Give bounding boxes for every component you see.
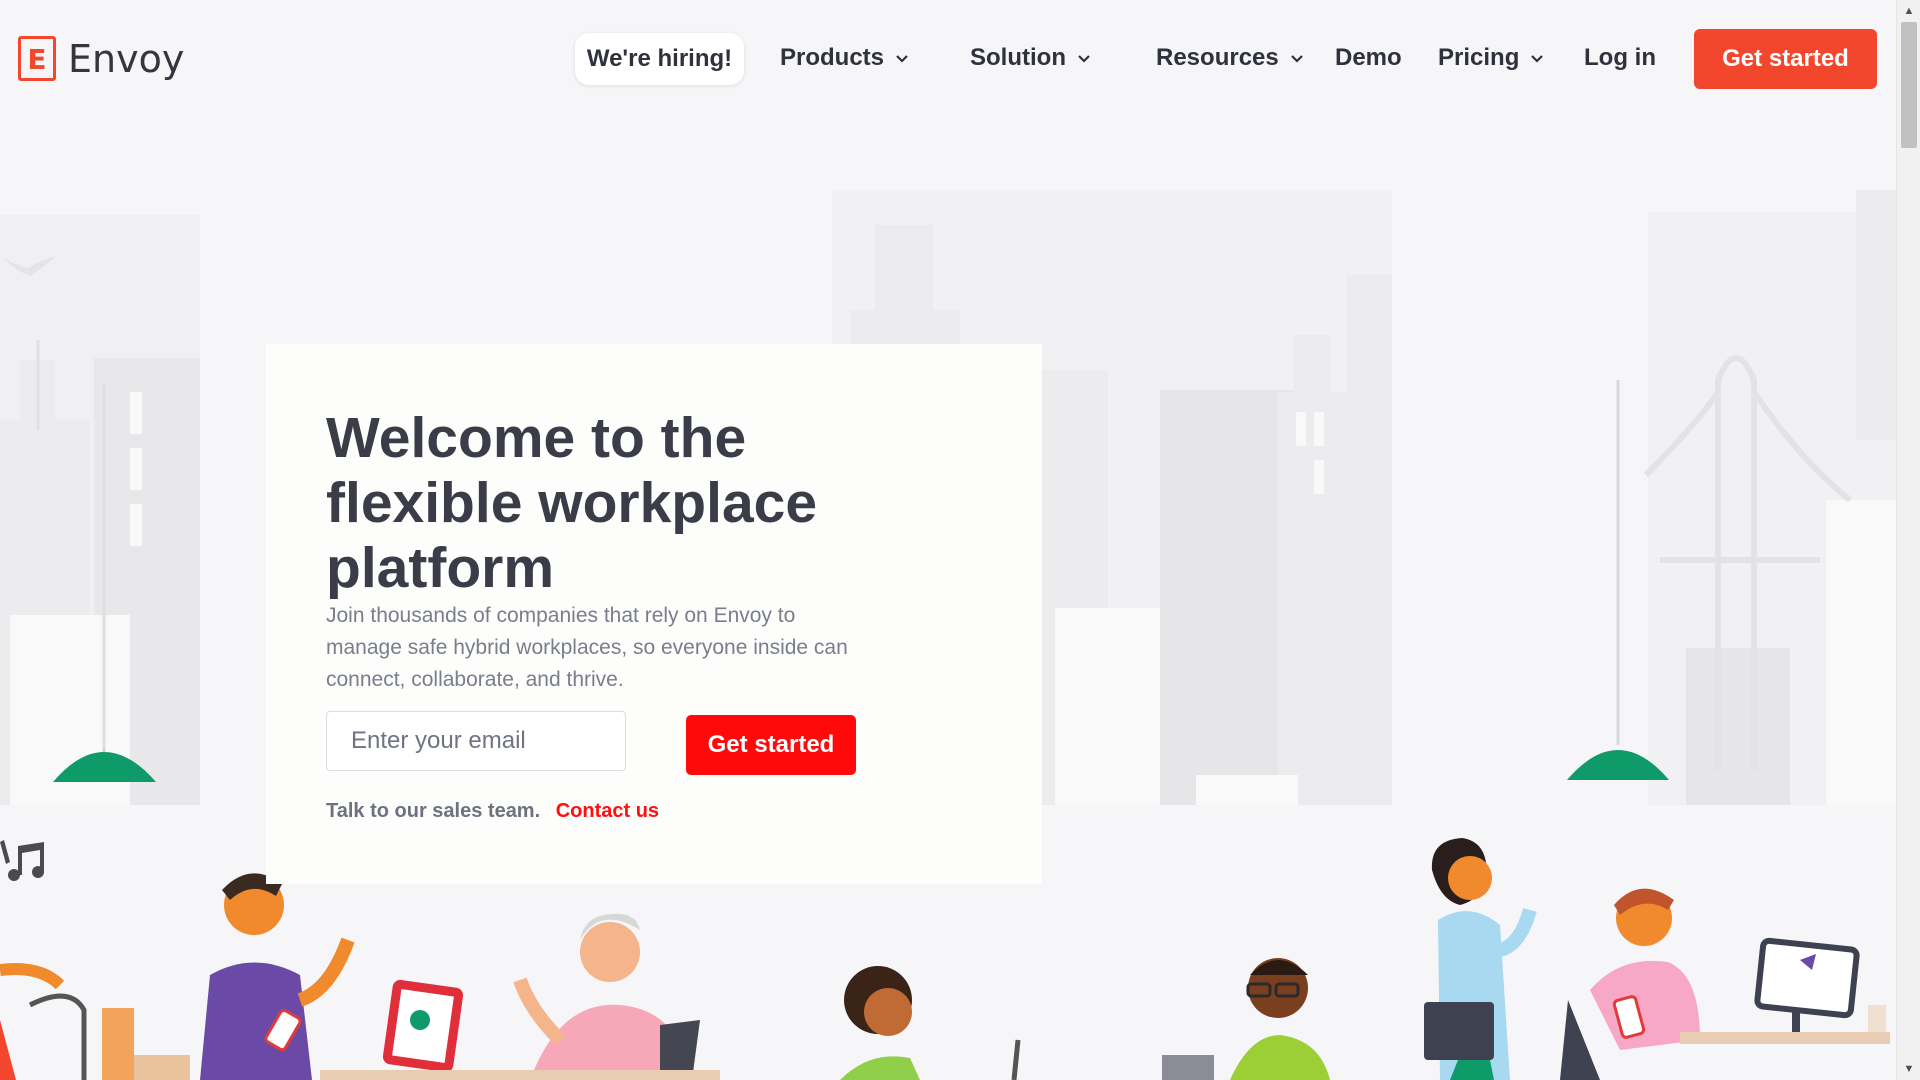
- nav-login-label: Log in: [1584, 44, 1656, 71]
- nav-pricing-label: Pricing: [1438, 44, 1520, 71]
- email-input[interactable]: [326, 711, 626, 771]
- nav-login[interactable]: Log in: [1584, 44, 1656, 72]
- hero-subtitle: Join thousands of companies that rely on…: [326, 604, 848, 691]
- scroll-up-arrow-icon[interactable]: ▲: [1897, 0, 1920, 22]
- hero-get-started-button[interactable]: Get started: [686, 715, 856, 775]
- right-skyline: [1648, 190, 1896, 805]
- left-skyline: [0, 215, 200, 805]
- logo-text: Envoy: [68, 36, 185, 81]
- sales-text: Talk to our sales team.: [326, 800, 541, 822]
- nav-solution-label: Solution: [970, 44, 1066, 71]
- scroll-thumb[interactable]: [1901, 22, 1917, 148]
- sales-line: Talk to our sales team. Contact us: [326, 800, 659, 823]
- desk-monitor: [1680, 937, 1890, 1044]
- hero-title: Welcome to the flexible workplace platfo…: [326, 406, 818, 600]
- chevron-down-icon: [1531, 55, 1544, 63]
- chevron-down-icon: [1290, 55, 1303, 63]
- header-get-started-button[interactable]: Get started: [1694, 29, 1877, 89]
- person-grey-hair: [513, 913, 700, 1080]
- person-pink-shirt: [1560, 888, 1700, 1080]
- hero-card: Welcome to the flexible workplace platfo…: [266, 344, 1042, 884]
- page-scrollbar[interactable]: ▲ ▼: [1896, 0, 1920, 1080]
- music-note-icon: [0, 840, 44, 881]
- envoy-logo[interactable]: E Envoy: [18, 36, 184, 81]
- tablet-stand: [382, 979, 464, 1073]
- site-header: E Envoy We're hiring! Products Solution …: [0, 0, 1896, 120]
- lamp-desk-left: [0, 963, 190, 1080]
- nav-resources[interactable]: Resources: [1156, 44, 1305, 72]
- logo-letter: E: [27, 43, 47, 76]
- person-glasses: [1162, 958, 1330, 1080]
- person-curly-hair: [840, 966, 920, 1080]
- nav-demo-label: Demo: [1335, 44, 1402, 71]
- hiring-link[interactable]: We're hiring!: [575, 33, 744, 85]
- scroll-down-arrow-icon[interactable]: ▼: [1897, 1058, 1920, 1080]
- nav-products[interactable]: Products: [780, 44, 910, 72]
- logo-mark-icon: E: [18, 36, 56, 81]
- contact-us-link[interactable]: Contact us: [556, 800, 659, 822]
- chevron-down-icon: [896, 55, 908, 63]
- nav-resources-label: Resources: [1156, 44, 1279, 71]
- person-left-purple: [200, 873, 355, 1080]
- nav-demo[interactable]: Demo: [1335, 44, 1402, 72]
- nav-pricing[interactable]: Pricing: [1438, 44, 1545, 72]
- person-standing-blue: [1424, 838, 1537, 1080]
- chevron-down-icon: [1078, 55, 1090, 63]
- nav-solution[interactable]: Solution: [970, 44, 1092, 72]
- nav-products-label: Products: [780, 44, 885, 71]
